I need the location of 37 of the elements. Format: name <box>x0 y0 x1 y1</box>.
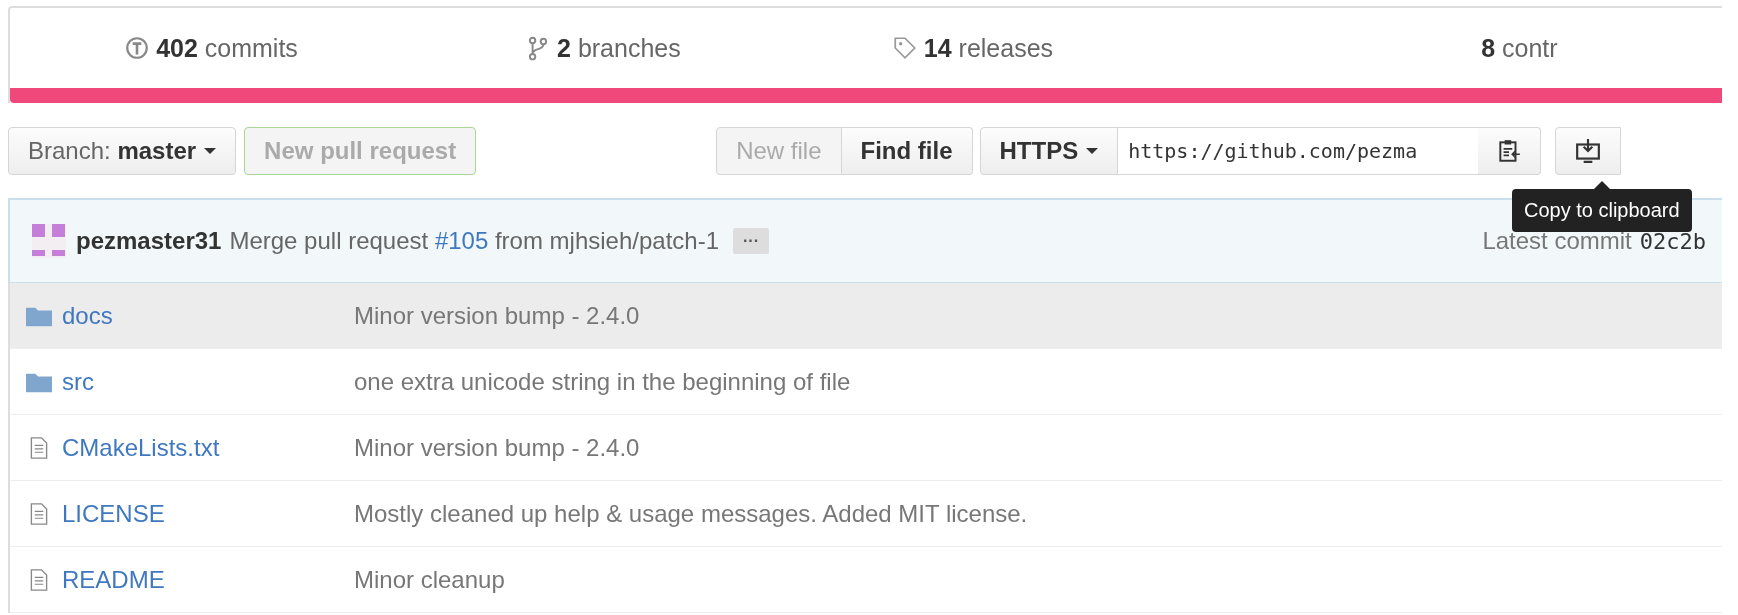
file-row[interactable]: README Minor cleanup <box>10 547 1722 613</box>
stat-link[interactable]: 14 releases <box>793 33 1152 63</box>
avatar-icon <box>32 224 66 258</box>
tooltip: Copy to clipboard <box>1512 181 1692 232</box>
commit-message-link[interactable]: one extra unicode string in the beginning of file <box>354 367 851 396</box>
find-file-button[interactable]: Find file <box>841 127 973 175</box>
file-name-link[interactable]: README <box>62 565 165 594</box>
file-name-link[interactable]: LICENSE <box>62 499 165 528</box>
clone-url-field[interactable]: https://github.com/pezma <box>1118 127 1479 175</box>
stat-link[interactable]: 402 commits <box>10 33 413 63</box>
branch-select[interactable]: Branch: master <box>8 127 237 175</box>
stat-link[interactable]: 8 contr <box>1151 33 1722 63</box>
clipboard-icon <box>1496 137 1523 165</box>
file-row[interactable]: LICENSE Mostly cleaned up help & usage messages. Added MIT license. <box>10 481 1722 547</box>
file-name-link[interactable]: src <box>62 367 94 396</box>
copy-button[interactable] <box>1478 127 1542 175</box>
protocol-select[interactable]: HTTPS <box>979 127 1119 175</box>
tag-icon <box>891 35 918 61</box>
download-button[interactable] <box>1555 127 1622 175</box>
pull-request-link[interactable]: #105 <box>434 227 489 254</box>
stat-link[interactable]: 2 branches <box>412 33 794 63</box>
history-icon <box>124 35 151 61</box>
commit-message: Merge pull request #105 from mjhsieh/patch-1 <box>229 227 720 255</box>
file-row[interactable]: docs Minor version bump - 2.4.0 <box>10 283 1722 349</box>
download-icon <box>1574 138 1603 164</box>
commit-message-link[interactable]: Minor cleanup <box>354 565 505 594</box>
caret-icon <box>204 148 217 154</box>
caret-icon <box>1086 148 1099 154</box>
file-row[interactable]: src one extra unicode string in the beginning of file <box>10 349 1722 415</box>
author-link[interactable]: pezmaster31 <box>76 227 222 255</box>
file-name-link[interactable]: docs <box>62 301 113 330</box>
file-name-link[interactable]: CMakeLists.txt <box>62 433 220 462</box>
file-row[interactable]: CMakeLists.txt Minor version bump - 2.4.0 <box>10 415 1722 481</box>
commit-message-link[interactable]: Mostly cleaned up help & usage messages. Added MIT license. <box>354 499 1028 528</box>
commit-message-link[interactable]: Minor version bump - 2.4.0 <box>354 301 640 330</box>
commit-message-link[interactable]: Minor version bump - 2.4.0 <box>354 433 640 462</box>
expand-message-button[interactable]: ··· <box>733 228 769 254</box>
